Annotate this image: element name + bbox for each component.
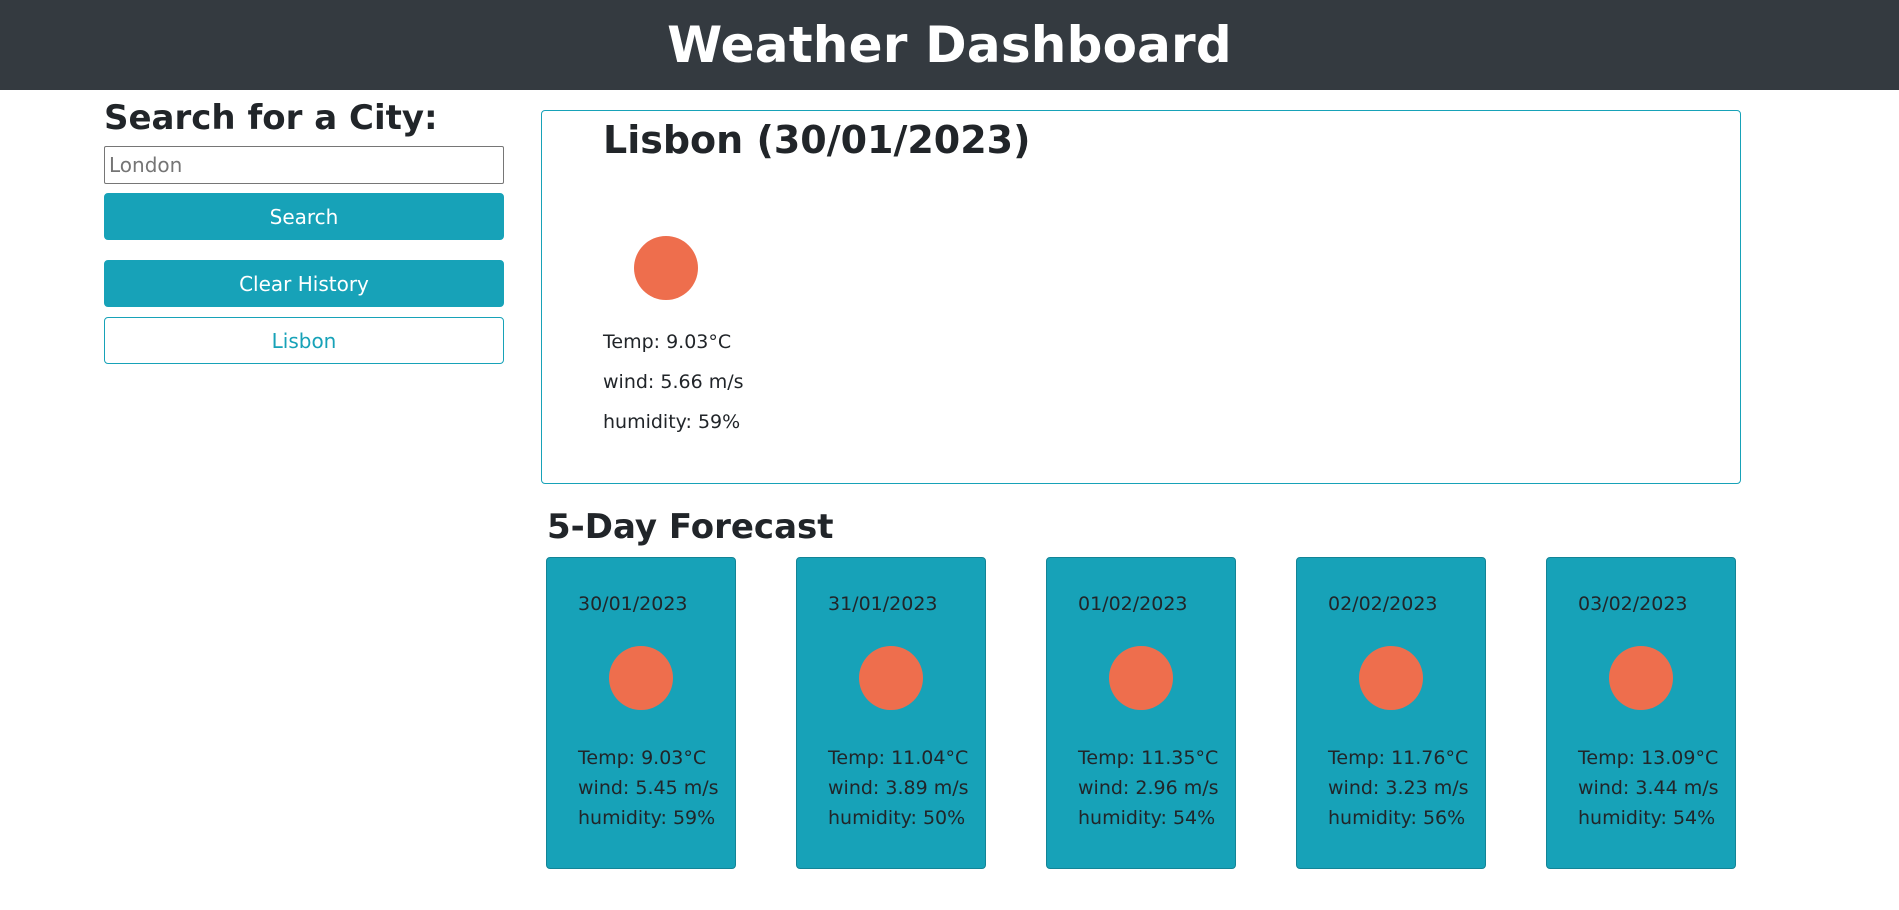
current-temp: Temp: 9.03°C	[603, 331, 732, 353]
sun-icon	[609, 646, 673, 710]
forecast-date: 31/01/2023	[828, 593, 938, 615]
city-search-input[interactable]	[104, 146, 504, 184]
forecast-humidity: humidity: 50%	[828, 807, 966, 829]
forecast-wind: wind: 3.44 m/s	[1578, 777, 1719, 799]
current-stats: Temp: 9.03°C wind: 5.66 m/s humidity: 59…	[603, 322, 1740, 442]
forecast-humidity: humidity: 56%	[1328, 807, 1466, 829]
search-sidebar: Search for a City: Search Clear History …	[104, 98, 504, 364]
forecast-date: 30/01/2023	[578, 593, 688, 615]
page-title: Weather Dashboard	[667, 16, 1232, 74]
forecast-stats: Temp: 11.04°C wind: 3.89 m/s humidity: 5…	[828, 743, 985, 833]
forecast-stats: Temp: 11.76°C wind: 3.23 m/s humidity: 5…	[1328, 743, 1485, 833]
forecast-wind: wind: 3.89 m/s	[828, 777, 969, 799]
search-heading: Search for a City:	[104, 98, 438, 138]
forecast-date: 01/02/2023	[1078, 593, 1188, 615]
forecast-temp: Temp: 13.09°C	[1578, 747, 1719, 769]
sun-icon	[1609, 646, 1673, 710]
current-city-title: Lisbon (30/01/2023)	[603, 118, 1031, 162]
sun-icon	[1109, 646, 1173, 710]
forecast-row: 30/01/2023 Temp: 9.03°C wind: 5.45 m/s h…	[546, 557, 1736, 869]
current-wind: wind: 5.66 m/s	[603, 371, 744, 393]
forecast-date: 02/02/2023	[1328, 593, 1438, 615]
forecast-stats: Temp: 13.09°C wind: 3.44 m/s humidity: 5…	[1578, 743, 1735, 833]
forecast-card: 31/01/2023 Temp: 11.04°C wind: 3.89 m/s …	[796, 557, 986, 869]
forecast-card: 01/02/2023 Temp: 11.35°C wind: 2.96 m/s …	[1046, 557, 1236, 869]
forecast-wind: wind: 3.23 m/s	[1328, 777, 1469, 799]
clear-history-button[interactable]: Clear History	[104, 260, 504, 307]
forecast-humidity: humidity: 54%	[1078, 807, 1216, 829]
forecast-temp: Temp: 11.35°C	[1078, 747, 1219, 769]
sun-icon	[1359, 646, 1423, 710]
forecast-temp: Temp: 9.03°C	[578, 747, 707, 769]
forecast-card: 03/02/2023 Temp: 13.09°C wind: 3.44 m/s …	[1546, 557, 1736, 869]
forecast-stats: Temp: 9.03°C wind: 5.45 m/s humidity: 59…	[578, 743, 735, 833]
search-button[interactable]: Search	[104, 193, 504, 240]
sun-icon	[634, 236, 698, 300]
forecast-title: 5-Day Forecast	[547, 507, 834, 547]
history-item-lisbon[interactable]: Lisbon	[104, 317, 504, 364]
forecast-humidity: humidity: 59%	[578, 807, 716, 829]
forecast-temp: Temp: 11.76°C	[1328, 747, 1469, 769]
forecast-stats: Temp: 11.35°C wind: 2.96 m/s humidity: 5…	[1078, 743, 1235, 833]
current-weather-card: Lisbon (30/01/2023) Temp: 9.03°C wind: 5…	[541, 110, 1741, 484]
forecast-temp: Temp: 11.04°C	[828, 747, 969, 769]
forecast-date: 03/02/2023	[1578, 593, 1688, 615]
sun-icon	[859, 646, 923, 710]
forecast-humidity: humidity: 54%	[1578, 807, 1716, 829]
forecast-wind: wind: 5.45 m/s	[578, 777, 719, 799]
forecast-card: 30/01/2023 Temp: 9.03°C wind: 5.45 m/s h…	[546, 557, 736, 869]
forecast-wind: wind: 2.96 m/s	[1078, 777, 1219, 799]
current-humidity: humidity: 59%	[603, 411, 741, 433]
app-header: Weather Dashboard	[0, 0, 1899, 90]
forecast-card: 02/02/2023 Temp: 11.76°C wind: 3.23 m/s …	[1296, 557, 1486, 869]
